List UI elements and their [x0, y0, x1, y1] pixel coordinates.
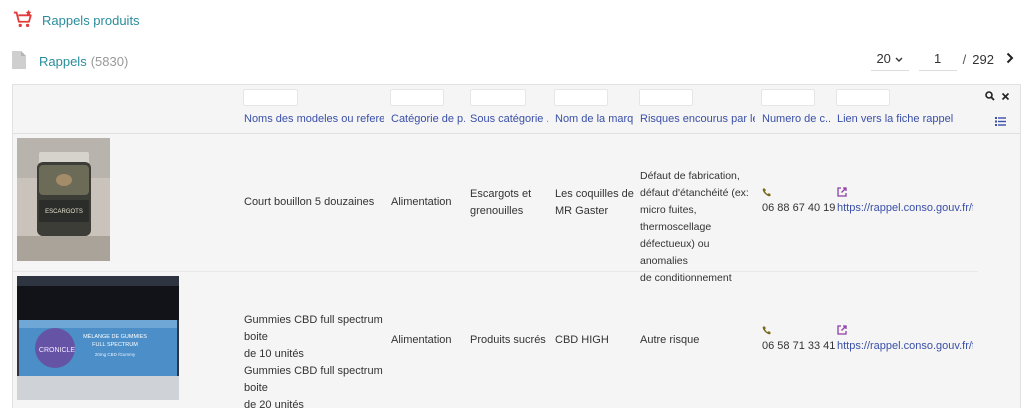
phone-icon: [762, 186, 835, 200]
breadcrumb: Rappels (5830): [12, 51, 128, 72]
cell-link[interactable]: https://rappel.conso.gouv.fr/fic...: [837, 324, 973, 355]
record-count: (5830): [90, 54, 129, 69]
app-title[interactable]: Rappels produits: [42, 13, 140, 28]
table-row[interactable]: CRONICLE MÉLANGE DE GUMMIES FULL SPECTRU…: [13, 272, 978, 411]
results-table: Noms des modeles ou references Catégorie…: [12, 84, 1021, 411]
cell-risk: Défaut de fabrication, défaut d'étanchéi…: [640, 170, 749, 284]
header-tools: [985, 90, 1010, 104]
filter-input-risk[interactable]: [639, 89, 693, 106]
cell-risk: Autre risque: [640, 334, 700, 346]
page-input[interactable]: 1: [918, 51, 957, 71]
shopping-cart-icon: [12, 8, 34, 33]
page-separator: /: [962, 51, 967, 67]
recall-link[interactable]: https://rappel.conso.gouv.fr/fic...: [837, 200, 973, 217]
breadcrumb-label[interactable]: Rappels: [39, 54, 87, 69]
cell-link[interactable]: https://rappel.conso.gouv.fr/fic...: [837, 186, 973, 217]
recall-link[interactable]: https://rappel.conso.gouv.fr/fic...: [837, 338, 973, 355]
filter-input-subcategory[interactable]: [470, 89, 526, 106]
cell-subcategory: Escargots et grenouilles: [470, 188, 532, 217]
column-header-model[interactable]: Noms des modeles ou references: [244, 113, 384, 125]
cell-model: Gummies CBD full spectrum boite de 10 un…: [244, 314, 383, 411]
cell-category: Alimentation: [391, 196, 452, 208]
filter-input-phone[interactable]: [761, 89, 815, 106]
search-icon[interactable]: [985, 90, 995, 104]
table-row[interactable]: ESCARGOTS Court bouillon 5 douzaines Ali…: [13, 134, 978, 284]
product-image[interactable]: ESCARGOTS: [17, 138, 110, 264]
filter-input-brand[interactable]: [554, 89, 608, 106]
column-header-subcategory[interactable]: Sous catégorie ...: [470, 113, 548, 125]
filter-input-category[interactable]: [390, 89, 444, 106]
cell-category: Alimentation: [391, 334, 452, 346]
column-header-phone[interactable]: Numero de c...: [762, 113, 830, 125]
column-header-risk[interactable]: Risques encourus par le ...: [640, 113, 755, 125]
cell-phone[interactable]: 06 58 71 33 41: [762, 324, 835, 355]
chevron-down-icon: [895, 51, 903, 66]
cell-brand: Les coquilles de MR Gaster: [555, 188, 634, 217]
column-header-brand[interactable]: Nom de la marq...: [555, 113, 633, 125]
cell-brand: CBD HIGH: [555, 334, 609, 346]
page-size-select[interactable]: 20: [870, 51, 909, 71]
external-link-icon: [837, 324, 973, 338]
tin-brand-text: CRONICLE: [39, 347, 76, 354]
chevron-right-icon: [1006, 52, 1014, 63]
column-list-icon[interactable]: [995, 115, 1006, 129]
total-pages: 292: [972, 51, 994, 67]
close-icon[interactable]: [1001, 90, 1010, 104]
tin-title-line-1: MÉLANGE DE GUMMIES: [83, 333, 147, 340]
phone-icon: [762, 324, 835, 338]
product-image[interactable]: CRONICLE MÉLANGE DE GUMMIES FULL SPECTRU…: [17, 276, 179, 403]
app-header: Rappels produits: [12, 8, 140, 33]
jar-label-text: ESCARGOTS: [45, 209, 83, 215]
tin-title-line-2: FULL SPECTRUM: [92, 342, 138, 348]
cell-model: Court bouillon 5 douzaines: [244, 196, 375, 208]
page-size-value: 20: [876, 51, 891, 66]
column-header-category[interactable]: Catégorie de p...: [391, 113, 465, 125]
cell-subcategory: Produits sucrés: [470, 334, 546, 346]
pagination: 20 1 / 292: [870, 51, 1014, 71]
document-icon: [12, 51, 26, 72]
column-header-link[interactable]: Lien vers la fiche rappel: [837, 113, 957, 125]
tin-small-text: 20mg CBD /Gummy: [95, 352, 136, 357]
filter-input-link[interactable]: [836, 89, 890, 106]
cell-phone[interactable]: 06 88 67 40 19: [762, 186, 835, 217]
external-link-icon: [837, 186, 973, 200]
table-header: Noms des modeles ou references Catégorie…: [13, 85, 1020, 134]
filter-input-model[interactable]: [243, 89, 298, 106]
next-page-button[interactable]: [1006, 52, 1014, 71]
